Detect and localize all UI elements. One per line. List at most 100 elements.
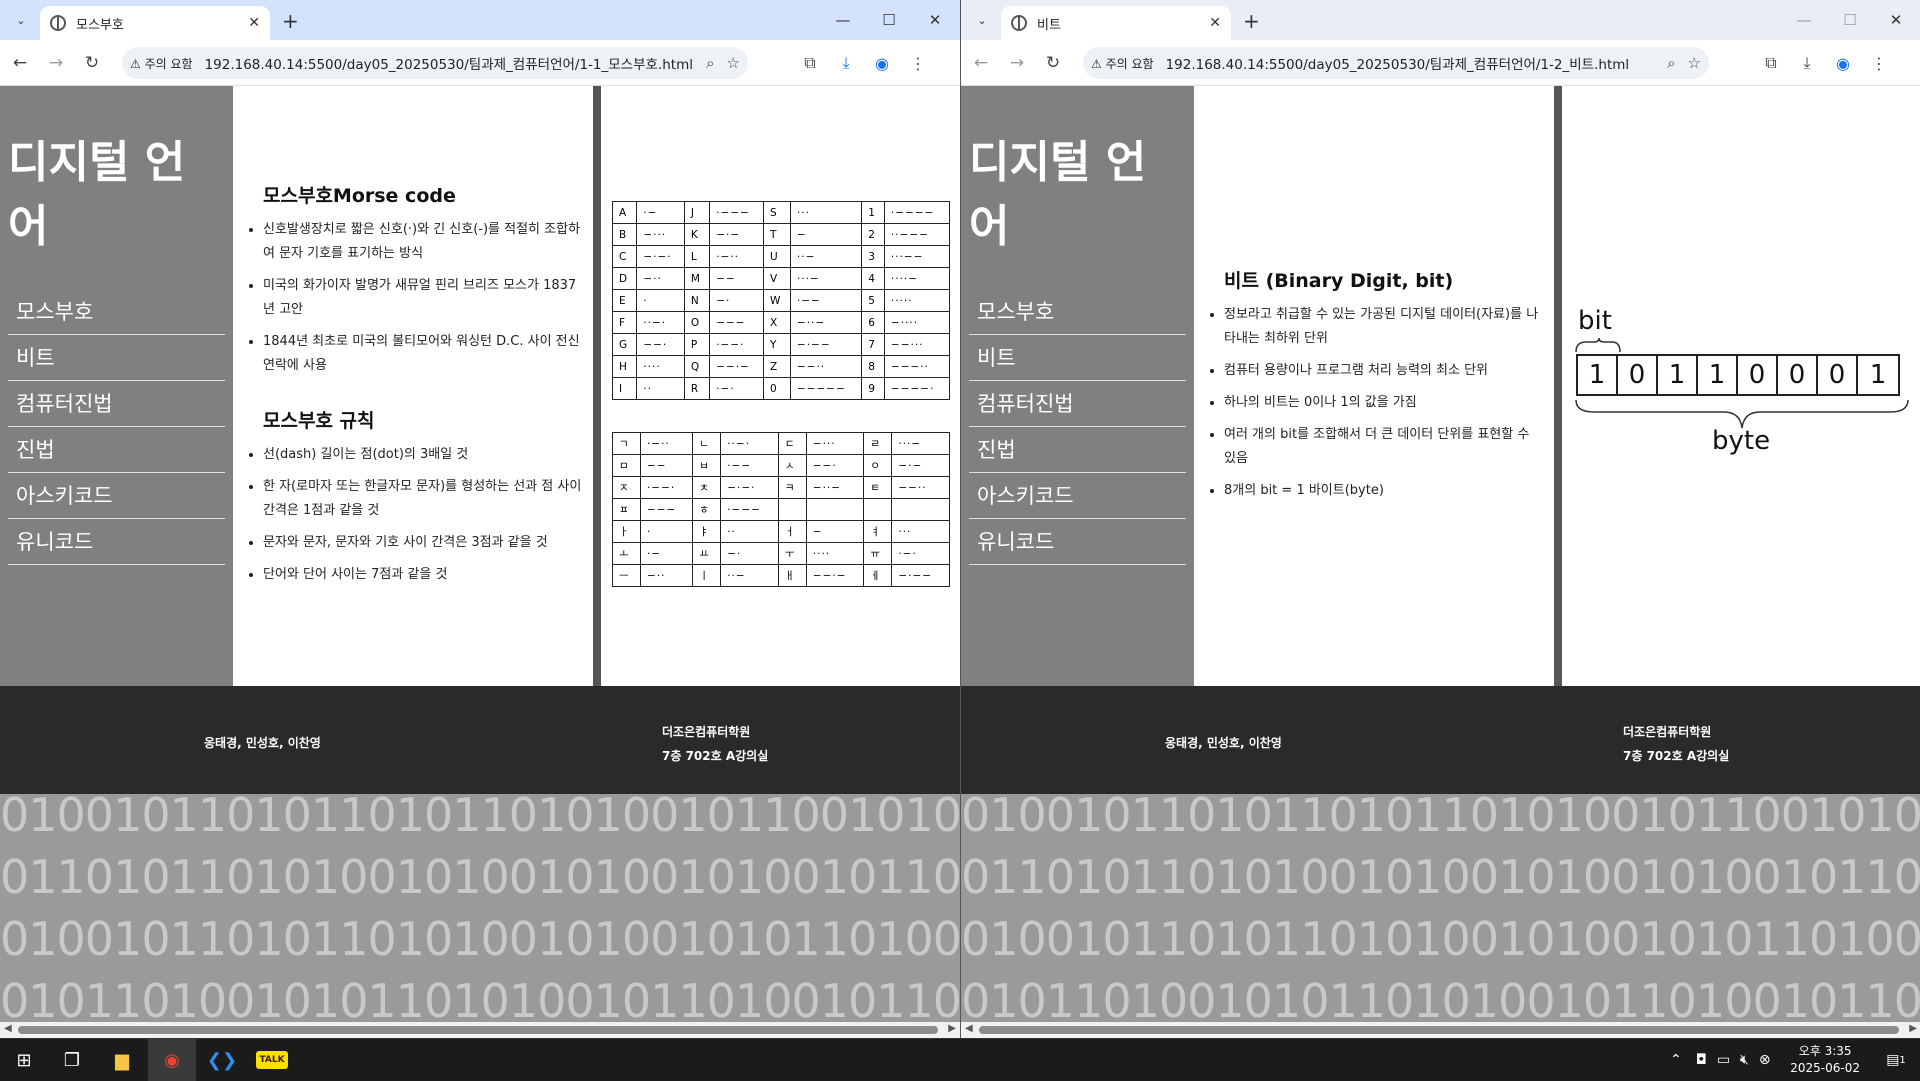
list-item: 미국의 화가이자 발명가 새뮤얼 핀리 브리즈 모스가 1837년 고안	[263, 274, 593, 322]
download-icon[interactable]: ⤓	[1789, 47, 1825, 79]
menu-item-base[interactable]: 진법	[969, 427, 1186, 473]
file-explorer-icon[interactable]: ▆	[98, 1039, 146, 1081]
morse-code-cell: ·−−·	[639, 476, 694, 499]
morse-letter-cell: U	[762, 245, 791, 268]
security-warning[interactable]: ⚠ 주의 요함	[1091, 55, 1154, 72]
list-item: 컴퓨터 용량이나 프로그램 처리 능력의 최소 단위	[1224, 359, 1554, 383]
browser-window-bit: ⌄ 비트 ✕ + — ☐ ✕ ← → ↻ ⚠ 주의 요함 192.168.40.…	[960, 0, 1920, 1038]
menu-item-base[interactable]: 진법	[8, 427, 225, 473]
horizontal-scrollbar[interactable]: ◀ ▶	[961, 1022, 1920, 1038]
window-controls: — ☐ ✕	[1781, 0, 1919, 40]
menu-icon[interactable]: ⋮	[900, 47, 936, 79]
zoom-icon[interactable]: ⌕	[706, 54, 714, 72]
alert-icon[interactable]: ⊗	[1759, 1052, 1771, 1068]
notification-icon[interactable]: ▤ 1	[1872, 1039, 1920, 1081]
site-logo[interactable]: 디지털 언어	[969, 126, 1186, 254]
menu-item-computer-base[interactable]: 컴퓨터진법	[8, 381, 225, 427]
volume-muted-icon[interactable]: 🔇︎	[1740, 1052, 1749, 1068]
menu-item-bit[interactable]: 비트	[969, 335, 1186, 381]
windows-start-icon[interactable]: ⊞	[0, 1039, 48, 1081]
menu-item-ascii[interactable]: 아스키코드	[969, 473, 1186, 519]
camera-icon[interactable]: ◘	[1696, 1052, 1707, 1068]
horizontal-scrollbar[interactable]: ◀ ▶	[0, 1022, 960, 1038]
back-button[interactable]: ←	[965, 47, 997, 79]
menu-item-morse[interactable]: 모스부호	[969, 289, 1186, 335]
address-bar[interactable]: ⚠ 주의 요함 192.168.40.14:5500/day05_2025053…	[122, 47, 748, 79]
close-window-button[interactable]: ✕	[1873, 0, 1919, 40]
tab-title: 모스부호	[76, 17, 124, 33]
morse-heading: 모스부호Morse code	[263, 185, 456, 207]
morse-letter-cell: F	[611, 311, 638, 334]
bit-cell: 0	[1738, 356, 1778, 394]
tab-search-button[interactable]: ⌄	[10, 9, 32, 31]
profile-icon[interactable]: ◉	[1825, 47, 1861, 79]
extensions-icon[interactable]: ⧉	[1753, 47, 1789, 79]
reload-button[interactable]: ↻	[76, 47, 108, 79]
scroll-left-icon[interactable]: ◀	[965, 1023, 973, 1034]
morse-code-cell: ·−−	[720, 454, 779, 477]
morse-letter-cell: ㅁ	[612, 454, 641, 477]
minimize-button[interactable]: —	[1781, 0, 1827, 40]
morse-content: 모스부호Morse code 신호발생장치로 짧은 신호(·)와 긴 신호(-)…	[233, 86, 593, 686]
menu-icon[interactable]: ⋮	[1861, 47, 1897, 79]
scroll-thumb[interactable]	[18, 1026, 938, 1034]
morse-code-cell: ·−	[636, 201, 685, 224]
profile-icon[interactable]: ◉	[864, 47, 900, 79]
scroll-left-icon[interactable]: ◀	[4, 1023, 12, 1034]
extensions-icon[interactable]: ⧉	[792, 47, 828, 79]
download-icon[interactable]: ⤓	[828, 47, 864, 79]
back-button[interactable]: ←	[4, 47, 36, 79]
site-logo[interactable]: 디지털 언어	[8, 126, 225, 254]
menu-item-morse[interactable]: 모스부호	[8, 289, 225, 335]
url-text[interactable]: 192.168.40.14:5500/day05_20250530/팀과제_컴퓨…	[1166, 53, 1656, 73]
security-warning[interactable]: ⚠ 주의 요함	[130, 55, 193, 72]
new-tab-button[interactable]: +	[1243, 9, 1260, 33]
close-window-button[interactable]: ✕	[912, 0, 958, 40]
clock[interactable]: 오후 3:35 2025-06-02	[1790, 1043, 1860, 1077]
forward-button[interactable]: →	[1001, 47, 1033, 79]
vscode-icon[interactable]: ❮❯	[198, 1039, 246, 1081]
chevron-up-icon[interactable]: ⌃	[1670, 1052, 1682, 1068]
menu-item-computer-base[interactable]: 컴퓨터진법	[969, 381, 1186, 427]
chrome-icon[interactable]: ◉	[148, 1039, 196, 1081]
morse-letter-cell: B	[611, 223, 638, 246]
maximize-button[interactable]: ☐	[1827, 0, 1873, 40]
bit-content: 비트 (Binary Digit, bit) 정보라고 취급할 수 있는 가공된…	[1194, 86, 1554, 686]
bit-image-panel: bit 10110001 byte	[1562, 86, 1920, 686]
scroll-right-icon[interactable]: ▶	[1909, 1023, 1917, 1034]
new-tab-button[interactable]: +	[282, 9, 299, 33]
tab-search-button[interactable]: ⌄	[971, 9, 993, 31]
morse-code-cell: ··	[720, 520, 779, 543]
tab-morse[interactable]: 모스부호 ✕	[40, 6, 270, 40]
menu-item-unicode[interactable]: 유니코드	[969, 519, 1186, 565]
sidebar-menu: 모스부호 비트 컴퓨터진법 진법 아스키코드 유니코드	[969, 289, 1186, 565]
morse-letter-cell: D	[611, 267, 638, 290]
column-divider	[593, 86, 601, 686]
url-text[interactable]: 192.168.40.14:5500/day05_20250530/팀과제_컴퓨…	[205, 53, 695, 73]
menu-item-ascii[interactable]: 아스키코드	[8, 473, 225, 519]
minimize-button[interactable]: —	[820, 0, 866, 40]
maximize-button[interactable]: ☐	[866, 0, 912, 40]
morse-letter-cell: ㅈ	[612, 476, 641, 499]
tab-close-icon[interactable]: ✕	[248, 15, 260, 31]
scroll-thumb[interactable]	[979, 1026, 1899, 1034]
list-item: 문자와 문자, 문자와 기호 사이 간격은 3점과 같을 것	[263, 531, 593, 555]
bookmark-star-icon[interactable]: ☆	[1688, 54, 1701, 72]
tab-bit[interactable]: 비트 ✕	[1001, 6, 1231, 40]
reload-button[interactable]: ↻	[1037, 47, 1069, 79]
kakaotalk-icon[interactable]: TALK	[248, 1039, 296, 1081]
network-icon[interactable]: ▭	[1717, 1052, 1730, 1068]
forward-button[interactable]: →	[40, 47, 72, 79]
menu-item-unicode[interactable]: 유니코드	[8, 519, 225, 565]
sidebar: 디지털 언어 모스부호 비트 컴퓨터진법 진법 아스키코드 유니코드	[0, 86, 233, 686]
address-bar[interactable]: ⚠ 주의 요함 192.168.40.14:5500/day05_2025053…	[1083, 47, 1709, 79]
zoom-icon[interactable]: ⌕	[1667, 54, 1675, 72]
morse-letter-cell: ㅎ	[692, 498, 722, 521]
scroll-right-icon[interactable]: ▶	[948, 1023, 956, 1034]
morse-letter-cell: V	[762, 267, 791, 290]
morse-code-cell: −−	[639, 454, 694, 477]
menu-item-bit[interactable]: 비트	[8, 335, 225, 381]
bookmark-star-icon[interactable]: ☆	[727, 54, 740, 72]
task-view-icon[interactable]: ❐	[48, 1039, 96, 1081]
tab-close-icon[interactable]: ✕	[1209, 15, 1221, 31]
